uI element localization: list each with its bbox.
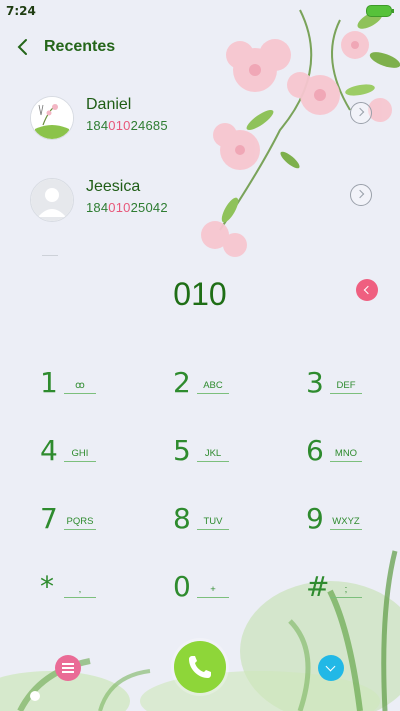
contact-name: Jeesica [86, 178, 141, 195]
key-letters: JKL [197, 448, 229, 462]
key-1[interactable]: 1 ꝏ [40, 366, 150, 406]
key-digit: 4 [40, 434, 58, 467]
key-letters: TUV [197, 516, 229, 530]
key-star[interactable]: * , [40, 570, 150, 610]
status-time: 7:24 [6, 4, 36, 18]
key-digit: 6 [306, 434, 324, 467]
status-bar: 7:24 [0, 0, 400, 22]
key-6[interactable]: 6 MNO [306, 434, 400, 474]
key-4[interactable]: 4 GHI [40, 434, 150, 474]
page-title: Recentes [44, 38, 116, 55]
key-letters: DEF [330, 380, 362, 394]
key-5[interactable]: 5 JKL [173, 434, 283, 474]
key-9[interactable]: 9 WXYZ [306, 502, 400, 542]
key-8[interactable]: 8 TUV [173, 502, 283, 542]
key-letters: WXYZ [330, 516, 362, 530]
dialed-number: 010 [173, 276, 227, 312]
collapse-keypad-button[interactable] [318, 655, 344, 681]
key-hash[interactable]: # ; [306, 570, 400, 610]
battery-icon [366, 5, 394, 17]
delete-digit-button[interactable] [356, 279, 378, 301]
menu-button[interactable] [55, 655, 81, 681]
key-letters: MNO [330, 448, 362, 462]
key-0[interactable]: 0 + [173, 570, 283, 610]
key-letters: GHI [64, 448, 96, 462]
key-digit: 2 [173, 366, 191, 399]
header: Recentes [0, 30, 400, 64]
key-digit: 5 [173, 434, 191, 467]
key-digit: 9 [306, 502, 324, 535]
flower-avatar-icon [31, 97, 73, 139]
back-arrow-icon[interactable] [14, 37, 32, 57]
key-digit: 1 [40, 366, 58, 399]
contact-row-jeesica[interactable]: Jeesica 18401025042 [0, 170, 400, 230]
key-digit: 8 [173, 502, 191, 535]
key-3[interactable]: 3 DEF [306, 366, 400, 406]
key-letters: + [197, 584, 229, 598]
key-letters: PQRS [64, 516, 96, 530]
avatar [30, 178, 74, 222]
key-letters: , [64, 584, 96, 598]
key-letters: ABC [197, 380, 229, 394]
avatar [30, 96, 74, 140]
list-divider [42, 255, 58, 256]
contact-info-button[interactable] [350, 102, 372, 124]
key-digit: # [306, 570, 330, 603]
key-letters: ; [330, 584, 362, 598]
call-button[interactable] [174, 641, 226, 693]
menu-icon [62, 663, 74, 665]
contact-info-button[interactable] [350, 184, 372, 206]
contact-number: 18401024685 [86, 118, 168, 133]
key-7[interactable]: 7 PQRS [40, 502, 150, 542]
contact-row-daniel[interactable]: Daniel 18401024685 [0, 88, 400, 148]
key-digit: 0 [173, 570, 191, 603]
contact-number: 18401025042 [86, 200, 168, 215]
key-digit: 3 [306, 366, 324, 399]
phone-icon [189, 656, 211, 678]
menu-icon-line [62, 667, 74, 669]
key-digit: * [40, 570, 54, 603]
contact-name: Daniel [86, 96, 132, 113]
menu-icon-line [62, 671, 74, 673]
default-person-icon [31, 179, 73, 221]
key-2[interactable]: 2 ABC [173, 366, 283, 406]
voicemail-icon: ꝏ [64, 380, 96, 394]
key-digit: 7 [40, 502, 58, 535]
